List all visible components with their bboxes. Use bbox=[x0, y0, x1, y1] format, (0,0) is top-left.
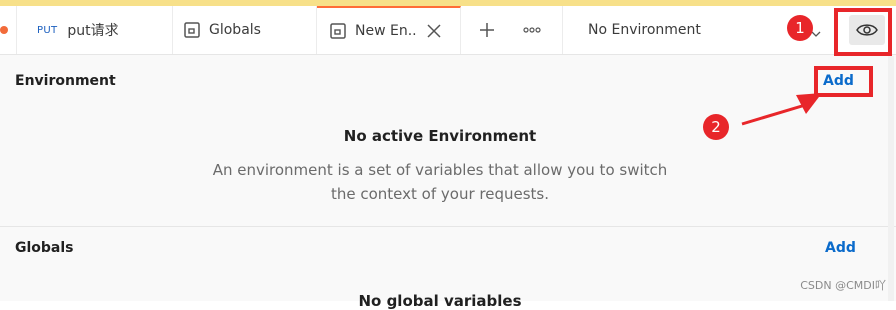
tab-new-environment[interactable]: New En... bbox=[317, 6, 461, 54]
tab-put-request[interactable]: PUT put请求 bbox=[16, 6, 173, 54]
scrollbar[interactable] bbox=[888, 56, 894, 301]
environment-icon bbox=[329, 22, 347, 40]
tab-globals[interactable]: Globals bbox=[173, 6, 317, 54]
tab-bar: PUT put请求 Globals New En... No Environme… bbox=[0, 6, 896, 55]
empty-state-description: An environment is a set of variables tha… bbox=[212, 161, 668, 203]
globals-section-title: Globals bbox=[15, 240, 74, 256]
more-options-button[interactable] bbox=[518, 19, 546, 41]
tab-label: New En... bbox=[355, 23, 417, 39]
environment-section-title: Environment bbox=[15, 73, 116, 89]
new-tab-button[interactable] bbox=[474, 19, 500, 41]
section-divider bbox=[0, 226, 896, 227]
add-global-variable-button[interactable]: Add bbox=[825, 240, 856, 256]
tab-label: Globals bbox=[209, 22, 261, 38]
plus-icon bbox=[480, 23, 494, 37]
environment-quick-look-panel: Environment Add No active Environment An… bbox=[0, 55, 896, 310]
tab-label: put请求 bbox=[67, 23, 119, 39]
globals-empty-title: No global variables bbox=[358, 292, 522, 310]
annotation-highlight-box bbox=[814, 66, 873, 97]
empty-state-title: No active Environment bbox=[343, 127, 537, 145]
environment-icon bbox=[183, 21, 201, 39]
close-icon[interactable] bbox=[427, 24, 441, 38]
annotation-badge: 1 bbox=[787, 15, 813, 41]
annotation-highlight-box bbox=[834, 8, 892, 56]
annotation-badge: 2 bbox=[703, 114, 729, 140]
environment-selector-label: No Environment bbox=[588, 22, 701, 38]
http-method-badge: PUT bbox=[37, 24, 58, 36]
more-horizontal-icon bbox=[523, 27, 541, 33]
watermark: CSDN @CMDI吖 bbox=[800, 279, 886, 292]
unsaved-changes-dot bbox=[0, 26, 8, 34]
